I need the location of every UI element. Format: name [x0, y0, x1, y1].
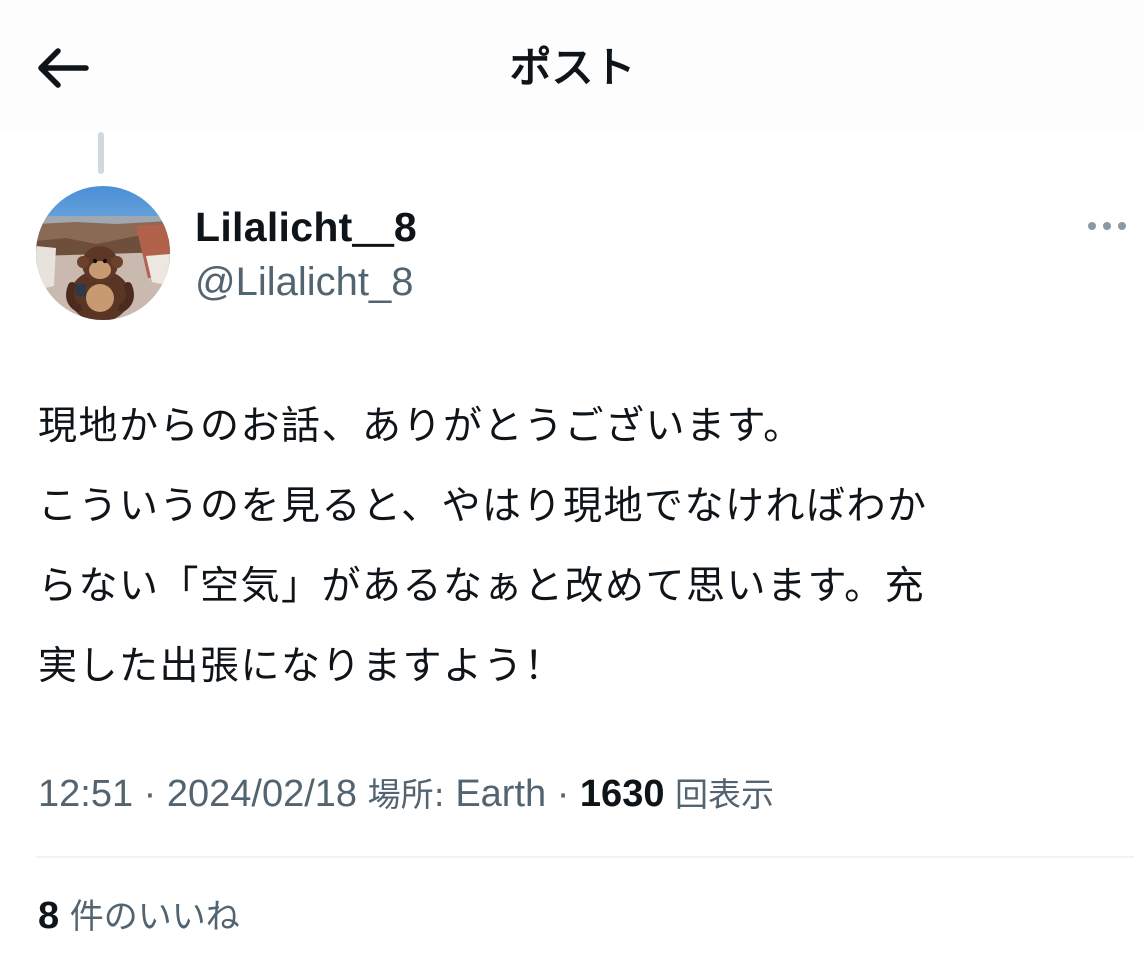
- author-display-name[interactable]: Lilalicht＿8: [195, 202, 417, 252]
- top-bar: ポスト: [0, 0, 1145, 132]
- post-text-line: 実した出張になりますよう！: [38, 644, 565, 689]
- likes-count: 8: [38, 895, 60, 937]
- page-title: ポスト: [509, 43, 636, 92]
- post-text-line: らない「空気」があるなぁと改めて思います。充: [38, 564, 926, 609]
- meta-separator: ·: [546, 773, 580, 815]
- location-value: Earth: [455, 773, 547, 815]
- post-time[interactable]: 12:51: [38, 773, 133, 815]
- meta-separator: ·: [133, 773, 167, 815]
- post-text-line: 現地からのお話、ありがとうございます。: [38, 404, 804, 449]
- views-count: 1630: [579, 773, 665, 815]
- more-dots-icon: [1088, 222, 1126, 230]
- thread-connector-line: [98, 132, 104, 174]
- avatar[interactable]: [36, 186, 170, 320]
- likes-label: 件のいいね: [69, 897, 240, 937]
- post-text-line: こういうのを見ると、やはり現地でなければわか: [38, 484, 928, 529]
- avatar-image: [36, 186, 170, 320]
- location-label: 場所:: [367, 775, 445, 814]
- divider: [36, 856, 1134, 858]
- post-meta: 12:51 · 2024/02/18 場所: Earth · 1630 回表示: [38, 766, 774, 823]
- post-body-text: 現地からのお話、ありがとうございます。 こういうのを見ると、やはり現地でなければ…: [38, 387, 1108, 707]
- post-date[interactable]: 2024/02/18: [167, 773, 357, 815]
- views-label: 回表示: [675, 775, 775, 814]
- likes-link[interactable]: 8 件のいいね: [38, 888, 240, 945]
- author-handle[interactable]: @Lilalicht_8: [195, 257, 414, 307]
- post-detail-page: ポスト Lilalicht＿8 @Lilalicht_8 現地からのお話、ありが…: [0, 0, 1145, 975]
- more-options-button[interactable]: [1082, 208, 1132, 244]
